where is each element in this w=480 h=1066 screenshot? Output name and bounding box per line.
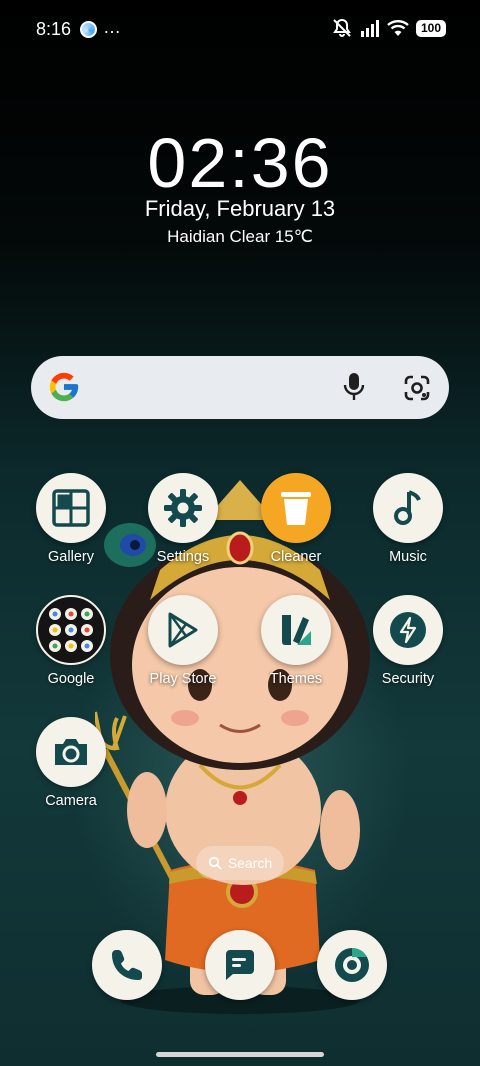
camera-icon bbox=[36, 717, 106, 787]
google-logo-icon bbox=[49, 372, 79, 402]
app-google-folder[interactable]: Google bbox=[23, 595, 119, 687]
more-notifications-icon: … bbox=[103, 17, 122, 37]
app-gallery[interactable]: Gallery bbox=[23, 473, 119, 565]
clock-date[interactable]: Friday, February 13 bbox=[0, 196, 480, 222]
browser-icon bbox=[335, 948, 369, 982]
search-icon bbox=[208, 856, 222, 870]
trash-icon bbox=[261, 473, 331, 543]
wifi-icon bbox=[387, 20, 409, 36]
dock-phone[interactable] bbox=[92, 930, 162, 1000]
app-label: Music bbox=[389, 549, 427, 565]
dock-browser[interactable] bbox=[317, 930, 387, 1000]
shield-bolt-icon bbox=[373, 595, 443, 665]
app-security[interactable]: Security bbox=[360, 595, 456, 687]
silent-icon bbox=[333, 18, 351, 37]
themes-icon bbox=[261, 595, 331, 665]
google-folder-icon bbox=[36, 595, 106, 665]
app-label: Google bbox=[47, 671, 95, 687]
messages-icon bbox=[226, 950, 254, 980]
app-label: Gallery bbox=[48, 549, 94, 565]
app-label: Play Store bbox=[149, 671, 217, 687]
home-indicator[interactable] bbox=[156, 1052, 324, 1057]
gallery-icon bbox=[36, 473, 106, 543]
app-search-button[interactable]: Search bbox=[196, 846, 284, 880]
app-label: Cleaner bbox=[270, 549, 322, 565]
battery-icon: 100 bbox=[415, 19, 446, 37]
play-store-icon bbox=[148, 595, 218, 665]
app-camera[interactable]: Camera bbox=[23, 717, 119, 809]
app-music[interactable]: Music bbox=[360, 473, 456, 565]
clock-time[interactable]: 02:36 bbox=[0, 124, 480, 202]
music-note-icon bbox=[373, 473, 443, 543]
app-themes[interactable]: Themes bbox=[248, 595, 344, 687]
app-search-label: Search bbox=[227, 855, 273, 871]
app-play-store[interactable]: Play Store bbox=[135, 595, 231, 687]
weather-text[interactable]: Haidian Clear 15℃ bbox=[0, 227, 480, 247]
gear-icon bbox=[148, 473, 218, 543]
app-cleaner[interactable]: Cleaner bbox=[248, 473, 344, 565]
microphone-icon[interactable] bbox=[343, 372, 365, 402]
app-label: Security bbox=[381, 671, 435, 687]
app-notification-icon bbox=[80, 21, 97, 38]
dock-messages[interactable] bbox=[205, 930, 275, 1000]
app-label: Themes bbox=[269, 671, 323, 687]
phone-icon bbox=[112, 950, 142, 980]
app-label: Camera bbox=[45, 793, 97, 809]
google-lens-icon[interactable] bbox=[403, 374, 431, 402]
app-label: Settings bbox=[156, 549, 210, 565]
google-search-bar[interactable] bbox=[31, 356, 449, 419]
status-icons: 100 bbox=[331, 18, 446, 38]
status-time: 8:16 bbox=[36, 19, 72, 39]
status-bar: 8:16 … 100 bbox=[0, 0, 480, 60]
app-settings[interactable]: Settings bbox=[135, 473, 231, 565]
signal-icon bbox=[360, 20, 379, 37]
